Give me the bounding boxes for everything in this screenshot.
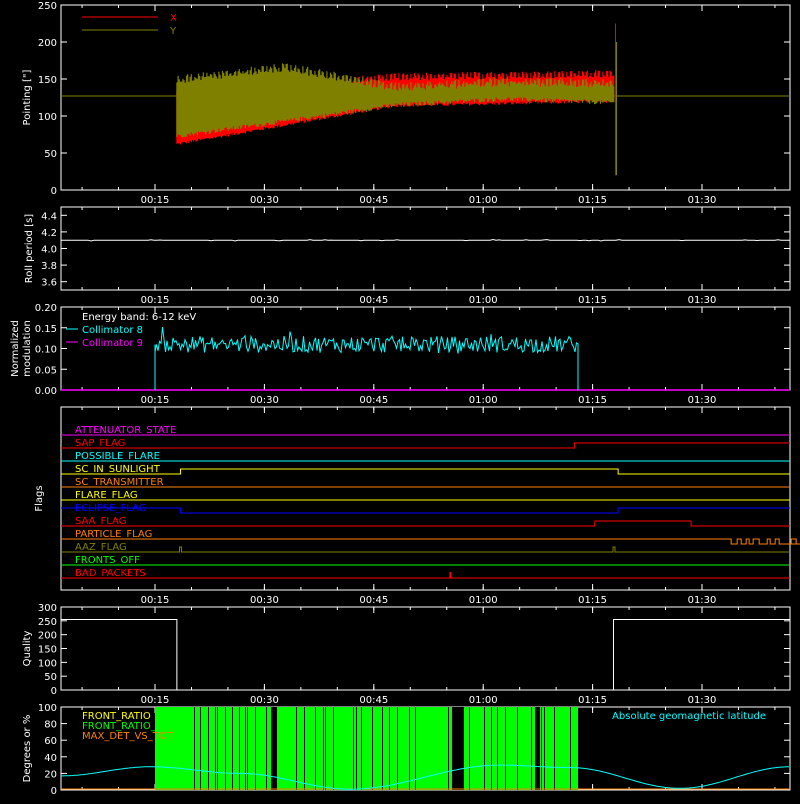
y-tick-label: 150 — [38, 75, 57, 86]
time-tick-label: 01:30 — [688, 595, 717, 606]
flag-label-sap-flag: SAP_FLAG — [75, 438, 125, 449]
flag-label-fronts-off: FRONTS_OFF — [75, 555, 140, 566]
y-tick-label: 4.2 — [41, 228, 57, 239]
time-tick-label: 01:00 — [469, 395, 498, 406]
flag-line-sap-flag — [61, 442, 790, 449]
time-tick-label: 00:45 — [359, 395, 388, 406]
y-axis-label: Normalized — [10, 320, 21, 377]
y-tick-label: 0.20 — [35, 303, 57, 314]
flag-label-particle-flag: PARTICLE_FLAG — [75, 529, 152, 540]
y-tick-label: 80 — [44, 720, 57, 731]
time-tick-label: 01:00 — [469, 695, 498, 706]
time-tick-label: 00:45 — [359, 295, 388, 306]
y-axis-label: modulation — [22, 320, 33, 377]
roll-period-line — [61, 238, 790, 242]
legend-label: Collimator 8 — [82, 325, 143, 336]
stage: 00:15 00:30 00:45 01:00 01:15 01:30 0 50 100 150 2… — [0, 0, 800, 800]
time-tick-label: 00:30 — [250, 295, 279, 306]
time-tick-label: 01:30 — [688, 295, 717, 306]
y-axis-label: Pointing ["] — [22, 69, 33, 125]
time-tick-label: 01:00 — [469, 195, 498, 206]
annotation-latitude: Absolute geomagnetic latitude — [612, 711, 766, 722]
legend-label-y: Y — [169, 26, 177, 37]
y-tick-label: 3.6 — [41, 278, 57, 289]
time-tick-label: 01:15 — [578, 595, 607, 606]
y-tick-label: 40 — [44, 753, 57, 764]
time-tick-label: 01:15 — [578, 295, 607, 306]
y-tick-label: 200 — [38, 631, 57, 642]
y-tick-label: 200 — [38, 38, 57, 49]
y-tick-label: 0.00 — [35, 386, 57, 397]
time-tick-label: 00:30 — [250, 195, 279, 206]
flag-label-sc-in-sunlight: SC_IN_SUNLIGHT — [75, 464, 161, 475]
y-tick-label: 150 — [38, 645, 57, 656]
legend-label: Collimator 9 — [82, 338, 143, 349]
y-tick-label: 100 — [38, 703, 57, 714]
time-tick-label: 01:30 — [688, 395, 717, 406]
y-tick-label: 4.0 — [41, 245, 57, 256]
y-axis-label: Quality — [22, 631, 33, 667]
y-axis-label: Flags — [34, 485, 45, 511]
chart-canvas: 00:15 00:30 00:45 01:00 01:15 01:30 0 50 100 150 2… — [10, 1, 800, 797]
legend-label: MAX_DET_VS_TOT — [82, 731, 174, 742]
legend-title: Energy band: 6-12 keV — [82, 312, 196, 323]
time-tick-label: 00:45 — [359, 195, 388, 206]
y-tick-label: 0.15 — [35, 324, 57, 335]
flag-label-aaz-flag: AAZ_FLAG — [75, 542, 127, 553]
y-tick-label: 0.10 — [35, 345, 57, 356]
time-tick-label: 01:00 — [469, 295, 498, 306]
y-axis-label: Roll period [s] — [24, 214, 35, 283]
y-tick-label: 100 — [38, 112, 57, 123]
time-tick-label: 00:15 — [141, 695, 170, 706]
y-axis-label: Degrees or % — [22, 715, 33, 783]
time-tick-label: 01:15 — [578, 395, 607, 406]
time-tick-label: 01:15 — [578, 195, 607, 206]
flag-label-possible-flare: POSSIBLE_FLARE — [75, 451, 160, 462]
y-tick-label: 0 — [51, 186, 57, 197]
y-tick-label: 50 — [44, 149, 57, 160]
flag-line-saa-flag — [61, 520, 790, 527]
flag-line-aaz-flag — [61, 546, 790, 553]
flag-label-saa-flag: SAA_FLAG — [75, 516, 126, 527]
time-tick-label: 01:00 — [469, 595, 498, 606]
time-tick-label: 00:15 — [141, 595, 170, 606]
flag-label-attenuator-state: ATTENUATOR_STATE — [75, 425, 176, 436]
time-tick-label: 00:30 — [250, 395, 279, 406]
time-tick-label: 00:45 — [359, 595, 388, 606]
time-tick-label: 01:15 — [578, 695, 607, 706]
front-ratio-gap — [452, 707, 464, 790]
flag-line-sc-in-sunlight — [61, 468, 790, 475]
flag-label-eclipse-flag: ECLIPSE_FLAG — [75, 503, 146, 514]
front-ratio-1225-fill — [155, 707, 579, 790]
time-tick-label: 00:15 — [141, 295, 170, 306]
y-tick-label: 3.8 — [41, 261, 57, 272]
quality-line — [61, 618, 790, 691]
time-tick-label: 00:15 — [141, 195, 170, 206]
flag-line-particle-flag — [61, 538, 800, 545]
time-tick-label: 00:30 — [250, 695, 279, 706]
y-tick-label: 300 — [38, 603, 57, 614]
y-tick-label: 60 — [44, 736, 57, 747]
time-tick-label: 00:45 — [359, 695, 388, 706]
time-tick-label: 00:30 — [250, 595, 279, 606]
time-tick-label: 01:30 — [688, 695, 717, 706]
y-tick-label: 0.05 — [35, 365, 57, 376]
flag-label-bad-packets: BAD_PACKETS — [75, 568, 146, 579]
y-tick-label: 0 — [51, 686, 57, 697]
y-tick-label: 250 — [38, 617, 57, 628]
time-tick-label: 00:15 — [141, 395, 170, 406]
y-tick-label: 20 — [44, 769, 57, 780]
flag-line-eclipse-flag — [61, 507, 790, 514]
flag-label-sc-transmitter: SC_TRANSMITTER — [75, 477, 164, 488]
legend-label-x: X — [170, 13, 177, 24]
time-tick-label: 01:30 — [688, 195, 717, 206]
y-tick-label: 0 — [51, 786, 57, 797]
flag-label-flare-flag: FLARE_FLAG — [75, 490, 138, 501]
panel-frame-2 — [60, 206, 791, 291]
y-tick-label: 100 — [38, 658, 57, 669]
y-tick-label: 250 — [38, 1, 57, 12]
series-collimator-8-line — [154, 326, 579, 391]
y-tick-label: 4.4 — [41, 211, 57, 222]
y-tick-label: 50 — [44, 672, 57, 683]
